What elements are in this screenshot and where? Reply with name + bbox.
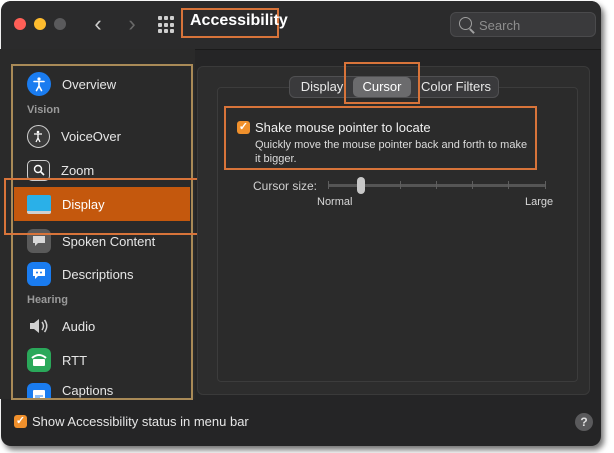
section-header-hearing: Hearing — [27, 294, 68, 306]
shake-pointer-checkbox[interactable]: ✓ — [237, 121, 250, 134]
voiceover-icon — [27, 124, 50, 148]
close-window-button[interactable] — [14, 18, 26, 30]
sidebar-item-spoken-content[interactable]: Spoken Content — [14, 224, 190, 258]
sidebar-item-label: RTT — [62, 352, 88, 368]
minimize-window-button[interactable] — [34, 18, 46, 30]
show-status-label: Show Accessibility status in menu bar — [32, 414, 249, 429]
show-all-grid-icon[interactable] — [158, 16, 176, 34]
captions-icon — [27, 383, 51, 399]
speech-bubble-icon — [27, 229, 51, 253]
slider-tick — [436, 181, 437, 189]
search-input[interactable] — [477, 15, 591, 35]
descriptions-icon — [27, 262, 51, 286]
sidebar-item-label: VoiceOver — [61, 128, 121, 144]
sidebar-item-captions[interactable]: Captions — [14, 377, 190, 399]
display-icon — [27, 194, 51, 214]
cursor-size-slider-thumb[interactable] — [357, 177, 365, 194]
speaker-icon — [27, 314, 51, 338]
tab-bar: Display Cursor Color Filters — [289, 76, 499, 98]
sidebar-item-label: Descriptions — [62, 266, 134, 282]
accessibility-person-icon — [27, 72, 51, 96]
slider-tick — [472, 181, 473, 189]
slider-min-label: Normal — [317, 196, 353, 208]
titlebar: ‹ › Accessibility — [1, 1, 601, 50]
forward-button[interactable]: › — [120, 11, 144, 37]
cursor-size-label: Cursor size: — [253, 179, 318, 193]
slider-max-label: Large — [525, 196, 554, 208]
search-icon — [459, 17, 472, 30]
tab-color-filters[interactable]: Color Filters — [418, 77, 494, 97]
sidebar-item-display[interactable]: Display — [14, 187, 190, 221]
sidebar-item-label: Audio — [62, 318, 96, 334]
window-title: Accessibility — [190, 12, 288, 29]
sidebar-item-overview[interactable]: Overview — [14, 67, 190, 101]
sidebar-item-audio[interactable]: Audio — [14, 309, 190, 343]
show-status-checkbox[interactable]: ✓ — [14, 415, 27, 428]
tab-display[interactable]: Display — [298, 77, 346, 97]
slider-tick — [545, 181, 546, 189]
sidebar-item-zoom[interactable]: Zoom — [14, 153, 190, 187]
slider-tick — [400, 181, 401, 189]
sidebar-item-voiceover[interactable]: VoiceOver — [14, 119, 190, 153]
shake-pointer-description: Quickly move the mouse pointer back and … — [255, 139, 528, 165]
zoom-icon — [27, 159, 50, 181]
search-field[interactable] — [450, 12, 596, 37]
sidebar-item-descriptions[interactable]: Descriptions — [14, 257, 190, 291]
sidebar-item-label: Captions — [62, 383, 114, 398]
sidebar-item-label: Spoken Content — [62, 233, 156, 249]
back-button[interactable]: ‹ — [86, 11, 110, 37]
rtt-phone-icon — [27, 348, 51, 372]
slider-tick — [328, 181, 329, 189]
shake-pointer-label: Shake mouse pointer to locate — [255, 120, 431, 135]
sidebar-item-label: Zoom — [61, 162, 95, 178]
sidebar-item-label: Overview — [62, 76, 117, 92]
tab-cursor[interactable]: Cursor — [353, 77, 411, 97]
section-header-vision: Vision — [27, 104, 60, 116]
help-button[interactable]: ? — [575, 413, 593, 431]
sidebar-item-label: Display — [62, 196, 105, 212]
zoom-window-button[interactable] — [54, 18, 66, 30]
slider-tick — [508, 181, 509, 189]
sidebar-item-rtt[interactable]: RTT — [14, 343, 190, 377]
